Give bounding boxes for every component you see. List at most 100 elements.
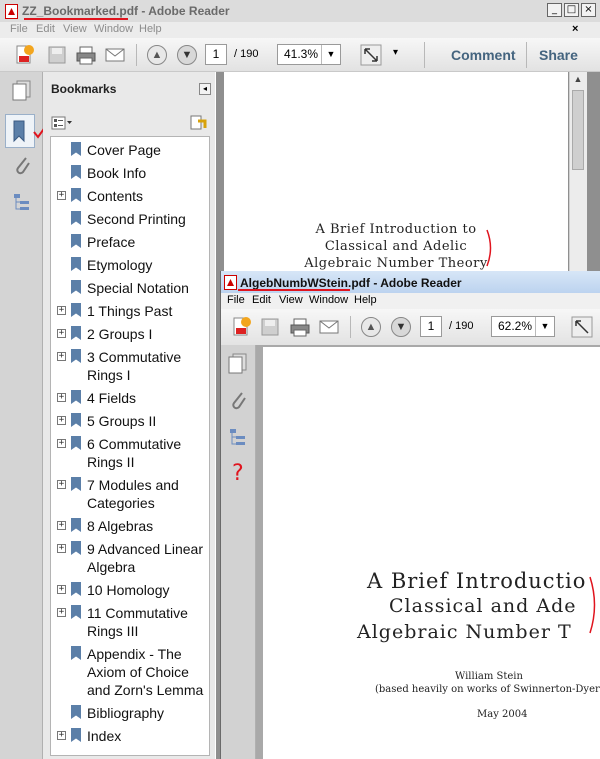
bookmark-icon: [71, 646, 81, 660]
page-thumbnails-icon[interactable]: [12, 80, 32, 105]
menu-help[interactable]: Help: [139, 23, 162, 35]
menu-view-2[interactable]: View: [279, 294, 303, 306]
menu-window-2[interactable]: Window: [309, 294, 348, 306]
expand-toggle-icon[interactable]: +: [57, 306, 66, 315]
previous-page-icon-2[interactable]: ▲: [361, 317, 381, 337]
bookmark-item[interactable]: +11 Commutative Rings III: [51, 604, 211, 640]
vertical-scrollbar[interactable]: ▲: [569, 72, 587, 272]
expand-toggle-icon[interactable]: +: [57, 416, 66, 425]
toolbar-divider: [136, 44, 137, 66]
bookmark-item[interactable]: Bibliography: [51, 704, 211, 722]
close-document-icon[interactable]: ×: [572, 23, 578, 35]
scroll-up-icon[interactable]: ▲: [572, 74, 584, 86]
email-icon-2[interactable]: [318, 316, 340, 338]
attachments-icon[interactable]: [12, 154, 32, 181]
new-bookmark-icon[interactable]: [189, 114, 207, 135]
fullscreen-icon-2[interactable]: [571, 316, 593, 338]
print-icon[interactable]: [75, 44, 97, 66]
bookmark-item[interactable]: Appendix - The Axiom of Choice and Zorn'…: [51, 645, 211, 699]
print-icon-2[interactable]: [289, 316, 311, 338]
bookmark-item[interactable]: +5 Groups II: [51, 412, 211, 430]
zoom-select-2[interactable]: 62.2% ▼: [491, 316, 555, 337]
menu-window[interactable]: Window: [94, 23, 133, 35]
attachments-icon-2[interactable]: [228, 389, 248, 416]
maximize-button[interactable]: □: [564, 3, 579, 17]
bookmark-item[interactable]: +2 Groups I: [51, 325, 211, 343]
bookmark-item[interactable]: + Index: [51, 727, 211, 745]
bookmark-item[interactable]: Etymology: [51, 256, 211, 274]
bookmark-icon: [71, 436, 81, 450]
comment-button[interactable]: Comment: [451, 47, 516, 63]
bookmark-label: Book Info: [87, 165, 147, 181]
missing-bookmarks-question-mark: ?: [232, 461, 244, 486]
bookmark-label: 7 Modules and Categories: [87, 477, 179, 511]
next-page-icon[interactable]: ▼: [177, 45, 197, 65]
page-number-input[interactable]: 1: [205, 44, 227, 65]
bookmark-item[interactable]: +3 Commutative Rings I: [51, 348, 211, 384]
minimize-button[interactable]: _: [547, 3, 562, 17]
save-icon[interactable]: [46, 44, 68, 66]
navigation-rail: [0, 72, 47, 759]
next-page-icon-2[interactable]: ▼: [391, 317, 411, 337]
bookmark-icon: [71, 413, 81, 427]
bookmark-label: Contents: [87, 188, 144, 204]
expand-toggle-icon[interactable]: +: [57, 480, 66, 489]
scrollbar-thumb[interactable]: [572, 90, 584, 170]
bookmark-item[interactable]: +7 Modules and Categories: [51, 476, 211, 512]
menu-view[interactable]: View: [63, 23, 87, 35]
expand-toggle-icon[interactable]: +: [57, 329, 66, 338]
expand-toggle-icon[interactable]: +: [57, 439, 66, 448]
create-pdf-icon[interactable]: [14, 44, 36, 66]
bookmark-item[interactable]: Preface: [51, 233, 211, 251]
chevron-down-icon[interactable]: ▼: [321, 45, 340, 64]
page-number-input-2[interactable]: 1: [420, 316, 442, 337]
expand-toggle-icon[interactable]: +: [57, 544, 66, 553]
expand-toggle-icon[interactable]: +: [57, 731, 66, 740]
zoom-select[interactable]: 41.3% ▼: [277, 44, 341, 65]
bookmark-item[interactable]: +9 Advanced Linear Algebra: [51, 540, 211, 576]
expand-toggle-icon[interactable]: +: [57, 608, 66, 617]
bookmark-item[interactable]: +4 Fields: [51, 389, 211, 407]
layers-tree-icon[interactable]: [12, 192, 32, 219]
menu-edit-2[interactable]: Edit: [252, 294, 271, 306]
share-button[interactable]: Share: [539, 47, 578, 63]
menu-file-2[interactable]: File: [227, 294, 245, 306]
bookmark-item[interactable]: Second Printing: [51, 210, 211, 228]
bookmark-icon: [71, 303, 81, 317]
bookmark-item[interactable]: Book Info: [51, 164, 211, 182]
close-button[interactable]: ×: [581, 3, 596, 17]
expand-toggle-icon[interactable]: +: [57, 521, 66, 530]
bookmark-options-icon[interactable]: [51, 116, 73, 130]
previous-page-icon[interactable]: ▲: [147, 45, 167, 65]
fullscreen-icon[interactable]: [360, 44, 382, 66]
bookmark-item[interactable]: +6 Commutative Rings II: [51, 435, 211, 471]
bookmarks-panel-title: Bookmarks: [51, 82, 117, 96]
menu-edit[interactable]: Edit: [36, 23, 55, 35]
layers-tree-icon-2[interactable]: [228, 427, 248, 454]
page-title-line-3: Algebraic Number Theory: [304, 256, 488, 271]
menu-help-2[interactable]: Help: [354, 294, 377, 306]
email-icon[interactable]: [104, 44, 126, 66]
save-icon-2[interactable]: [259, 316, 281, 338]
bookmark-label: 3 Commutative Rings I: [87, 349, 182, 383]
expand-toggle-icon[interactable]: +: [57, 352, 66, 361]
menu-file[interactable]: File: [10, 23, 28, 35]
bookmark-label: Etymology: [87, 257, 153, 273]
bookmark-item[interactable]: Cover Page: [51, 141, 211, 159]
bookmark-item[interactable]: +8 Algebras: [51, 517, 211, 535]
toolbar-overflow-icon[interactable]: ▾: [393, 47, 398, 58]
chevron-down-icon-2[interactable]: ▼: [535, 317, 554, 336]
bookmark-item[interactable]: +10 Homology: [51, 581, 211, 599]
page-thumbnails-icon-2[interactable]: [228, 353, 248, 378]
expand-toggle-icon[interactable]: +: [57, 191, 66, 200]
create-pdf-icon-2[interactable]: [231, 316, 253, 338]
bookmarks-panel-button[interactable]: [5, 114, 35, 148]
bookmark-item[interactable]: +1 Things Past: [51, 302, 211, 320]
bookmark-icon: [71, 349, 81, 363]
bookmark-item[interactable]: + Contents: [51, 187, 211, 205]
bookmark-item[interactable]: Special Notation: [51, 279, 211, 297]
collapse-panel-icon[interactable]: ◂: [199, 83, 211, 95]
page-title-line-2-2: Classical and Ade: [389, 595, 577, 617]
expand-toggle-icon[interactable]: +: [57, 393, 66, 402]
expand-toggle-icon[interactable]: +: [57, 585, 66, 594]
